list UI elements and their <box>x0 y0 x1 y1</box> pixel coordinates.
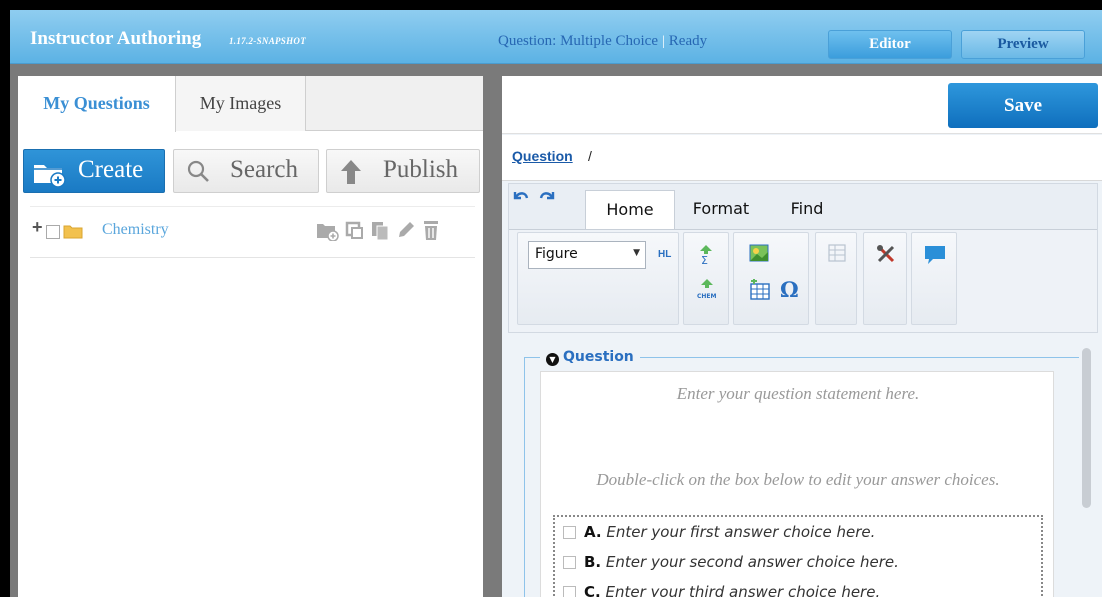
save-button[interactable]: Save <box>948 83 1098 128</box>
sigma-icon[interactable]: Σ <box>696 243 716 270</box>
style-select-value: Figure <box>535 246 578 262</box>
question-type: Question: Multiple Choice <box>498 33 658 49</box>
chem-label: CHEM <box>697 293 717 300</box>
status-separator: | <box>661 34 665 49</box>
left-tabs: My Questions My Images <box>18 76 483 132</box>
ribbon-body: Figure ▼ HL Σ CHEM Ω <box>509 229 1097 332</box>
status-state: Ready <box>668 33 708 49</box>
question-legend-label: Question <box>563 349 634 365</box>
top-header: Instructor Authoring 1.17.2-SNAPSHOT Que… <box>10 10 1102 64</box>
preview-button[interactable]: Preview <box>961 30 1085 59</box>
left-panel: My Questions My Images Create Search Pub… <box>18 76 483 597</box>
search-label: Search <box>230 156 299 183</box>
chevron-down-icon: ▼ <box>633 248 640 258</box>
tab-my-images[interactable]: My Images <box>176 76 306 131</box>
editor-button[interactable]: Editor <box>828 30 952 59</box>
undo-icon[interactable] <box>511 188 531 211</box>
edit-pencil-icon[interactable] <box>395 219 417 246</box>
answer-choice-c[interactable]: C. Enter your third answer choice here. <box>563 583 880 597</box>
create-button[interactable]: Create <box>23 149 165 193</box>
answer-choice-a[interactable]: A. Enter your first answer choice here. <box>563 523 875 541</box>
app-version: 1.17.2-SNAPSHOT <box>229 36 307 46</box>
grid-icon[interactable] <box>827 243 847 268</box>
style-group: Figure ▼ HL <box>517 232 679 325</box>
choice-checkbox[interactable] <box>563 556 576 569</box>
folder-add-icon[interactable] <box>315 219 339 246</box>
tab-format[interactable]: Format <box>685 190 757 228</box>
app-frame: Instructor Authoring 1.17.2-SNAPSHOT Que… <box>10 10 1102 597</box>
style-select[interactable]: Figure ▼ <box>528 241 646 269</box>
folder-checkbox[interactable] <box>46 225 60 239</box>
breadcrumb-separator: / <box>588 148 592 164</box>
question-content-box[interactable]: Enter your question statement here. Doub… <box>540 371 1054 597</box>
app-title: Instructor Authoring <box>30 28 202 49</box>
copy-icon[interactable] <box>369 219 391 246</box>
tools-icon[interactable] <box>875 243 897 270</box>
breadcrumb: Question / <box>502 135 1102 181</box>
redo-icon[interactable] <box>537 188 557 211</box>
choice-text: Enter your first answer choice here. <box>606 523 876 541</box>
search-icon <box>186 159 212 192</box>
folder-row[interactable]: + Chemistry <box>30 206 475 258</box>
choice-letter: B. <box>584 553 602 571</box>
expand-icon[interactable]: + <box>32 217 43 238</box>
question-editor-area: ▼ Question Enter your question statement … <box>508 341 1090 597</box>
choice-text: Enter your third answer choice here. <box>605 583 881 597</box>
math-group: Σ CHEM <box>683 232 729 325</box>
question-legend[interactable]: ▼ Question <box>540 349 640 366</box>
editor-ribbon: Home Format Find Figure ▼ HL Σ CHEM Ω <box>508 183 1098 333</box>
answer-choices-box[interactable]: A. Enter your first answer choice here. … <box>553 515 1043 597</box>
folder-add-icon <box>32 159 68 194</box>
search-button[interactable]: Search <box>173 149 319 193</box>
chem-icon[interactable]: CHEM <box>696 277 718 306</box>
svg-text:Σ: Σ <box>701 254 708 265</box>
omega-icon[interactable]: Ω <box>780 277 799 302</box>
grid-group <box>815 232 857 325</box>
collapse-icon[interactable]: ▼ <box>546 353 559 366</box>
right-panel: Save Question / Home Format Find Figure … <box>502 76 1102 597</box>
move-icon[interactable] <box>343 219 365 246</box>
choice-letter: C. <box>584 583 601 597</box>
editor-scrollbar[interactable] <box>1079 346 1093 597</box>
choice-checkbox[interactable] <box>563 526 576 539</box>
comment-group <box>911 232 957 325</box>
folder-icon <box>63 223 83 244</box>
question-statement[interactable]: Enter your question statement here. <box>541 384 1055 404</box>
publish-label: Publish <box>383 156 459 183</box>
answer-hint: Double-click on the box below to edit yo… <box>596 470 1000 489</box>
choice-checkbox[interactable] <box>563 586 576 597</box>
highlight-button[interactable]: HL <box>658 249 671 260</box>
tab-find[interactable]: Find <box>783 190 831 228</box>
status-text: Question: Multiple Choice | Ready <box>498 33 707 50</box>
tab-my-questions[interactable]: My Questions <box>18 76 176 132</box>
save-bar: Save <box>502 76 1102 134</box>
table-icon[interactable] <box>748 279 772 306</box>
breadcrumb-question-link[interactable]: Question <box>512 148 573 164</box>
publish-button[interactable]: Publish <box>326 149 480 193</box>
tab-home[interactable]: Home <box>585 190 675 230</box>
comment-icon[interactable] <box>923 243 947 272</box>
choice-letter: A. <box>584 523 602 541</box>
choice-text: Enter your second answer choice here. <box>605 553 899 571</box>
scrollbar-thumb[interactable] <box>1082 348 1091 508</box>
create-label: Create <box>78 156 144 183</box>
insert-group: Ω <box>733 232 809 325</box>
folder-name[interactable]: Chemistry <box>102 221 169 239</box>
upload-arrow-icon <box>339 158 363 193</box>
folder-tools <box>315 219 441 246</box>
tools-group <box>863 232 907 325</box>
trash-icon[interactable] <box>421 219 441 246</box>
image-icon[interactable] <box>748 243 770 268</box>
answer-choice-b[interactable]: B. Enter your second answer choice here. <box>563 553 899 571</box>
